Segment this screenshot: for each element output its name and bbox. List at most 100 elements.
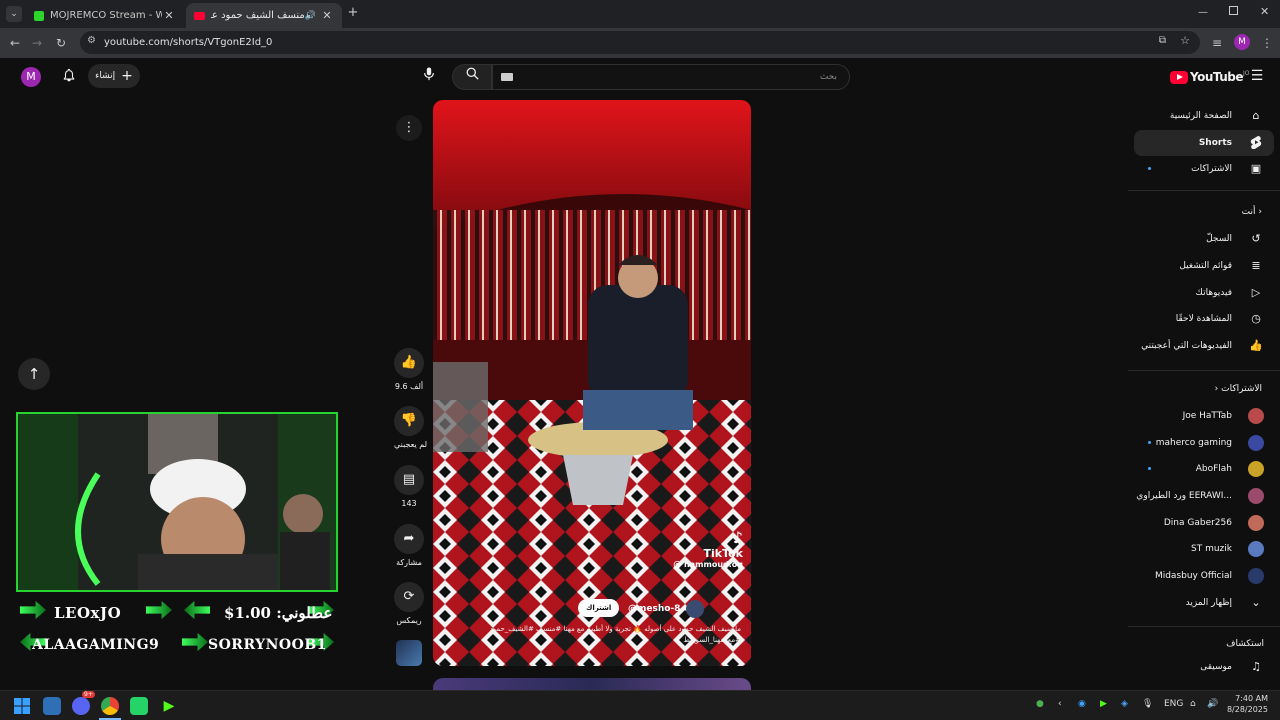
volume-icon[interactable]: 🔊 xyxy=(1207,699,1218,709)
network-icon[interactable]: ⌂ xyxy=(1190,699,1196,709)
tab-title: منسف الشيف حمود على أصـ xyxy=(211,10,305,21)
remix-button[interactable]: ⟳ ريمكس xyxy=(394,582,424,625)
sidebar-channel-item[interactable]: Midasbuy Official xyxy=(1134,563,1274,589)
comment-count: 143 xyxy=(401,499,417,508)
channel-avatar xyxy=(1248,515,1264,531)
address-bar[interactable]: ⚙ youtube.com/shorts/VTgonE2Id_0 ⧉ ☆ xyxy=(80,31,1200,54)
sidebar-item-playlists[interactable]: قوائم التشغيل ≣ xyxy=(1134,253,1274,279)
sidebar-channel-item[interactable]: Joe HaTTab xyxy=(1134,403,1274,429)
tray-overflow-icon[interactable]: ‹ xyxy=(1058,699,1062,709)
webcam-feed xyxy=(16,412,338,592)
minimize-button[interactable]: — xyxy=(1198,7,1208,18)
caption-line: #مع_مهنا_السويقط xyxy=(683,635,741,644)
create-button[interactable]: إنشاء + xyxy=(88,64,140,88)
channel-avatar[interactable] xyxy=(686,600,705,618)
notifications-bell-icon[interactable] xyxy=(60,68,78,86)
keyboard-icon[interactable] xyxy=(501,73,513,81)
sidebar-subscriptions-heading[interactable]: › الاشتراكات xyxy=(1215,384,1262,394)
kick-favicon-icon xyxy=(34,10,44,21)
dislike-label: لم يعجبني xyxy=(394,440,428,449)
short-video-player[interactable]: ♪ TikTok @ hammoud.og اشتراك @mesho-8 ما… xyxy=(433,100,751,666)
tiktok-watermark: ♪ TikTok @ hammoud.og xyxy=(673,528,743,570)
forward-icon[interactable]: → xyxy=(28,34,46,52)
search-input[interactable]: بحث xyxy=(492,64,850,90)
channel-handle[interactable]: @mesho-8 xyxy=(628,604,680,614)
sound-thumbnail[interactable] xyxy=(396,640,422,666)
close-icon[interactable]: ✕ xyxy=(320,9,334,22)
reload-icon[interactable]: ↻ xyxy=(52,34,70,52)
sidebar-item-watch-later[interactable]: المشاهدة لاحقًا ◷ xyxy=(1134,306,1274,332)
back-icon[interactable]: ← xyxy=(6,34,24,52)
like-button[interactable]: 👍 9.6 ألف xyxy=(394,348,424,391)
account-avatar[interactable]: M xyxy=(21,67,41,87)
bookmark-star-icon[interactable]: ☆ xyxy=(1180,34,1190,47)
more-options-button[interactable]: ⋮ xyxy=(396,115,422,141)
thumbs-up-icon: 👍 xyxy=(394,348,424,378)
tab-mojremco[interactable]: MOJREMCO Stream - Watch Li ✕ xyxy=(26,3,184,28)
browser-menu-icon[interactable]: ⋮ xyxy=(1258,34,1276,52)
sidebar-item-your-videos[interactable]: فيديوهاتك ▷ xyxy=(1134,280,1274,306)
tab-search-button[interactable]: ⌄ xyxy=(6,6,22,22)
search-icon xyxy=(466,67,479,80)
channel-name: Joe HaTTab xyxy=(1182,411,1232,421)
voice-search-button[interactable] xyxy=(416,64,442,90)
sidebar-item-history[interactable]: السجلّ ↺ xyxy=(1134,226,1274,252)
kick-app-icon[interactable]: ▶ xyxy=(160,697,178,715)
tray-app-icon[interactable]: ◉ xyxy=(1078,699,1086,709)
youtube-header: M إنشاء + بحث YouTube JO ☰ xyxy=(0,58,1280,98)
sidebar-you-heading[interactable]: أنت › xyxy=(1242,207,1262,217)
dislike-button[interactable]: 👎 لم يعجبني xyxy=(394,406,428,449)
tray-steam-icon[interactable]: ◈ xyxy=(1121,699,1128,709)
close-icon[interactable]: ✕ xyxy=(162,9,176,22)
green-arrow-icon xyxy=(184,601,210,619)
media-controls-icon[interactable]: ≡ xyxy=(1208,34,1226,52)
windows-start-icon[interactable] xyxy=(13,697,31,715)
sidebar-item-label: فيديوهاتك xyxy=(1195,288,1232,298)
sidebar-divider xyxy=(1128,626,1280,627)
sidebar-item-shorts[interactable]: Shorts xyxy=(1134,130,1274,156)
next-short-preview[interactable] xyxy=(433,678,751,690)
clock[interactable]: 7:40 AM 8/28/2025 xyxy=(1226,694,1268,716)
sidebar-channel-item[interactable]: ST muzik xyxy=(1134,536,1274,562)
channel-avatar xyxy=(1248,541,1264,557)
share-button[interactable]: ➦ مشاركة xyxy=(394,524,424,567)
discord-icon[interactable]: 9+ xyxy=(72,691,95,715)
sidebar-show-more[interactable]: إظهار المزيد ⌄ xyxy=(1134,590,1274,616)
whatsapp-icon[interactable] xyxy=(130,697,148,715)
install-app-icon[interactable]: ⧉ xyxy=(1159,35,1166,46)
comments-button[interactable]: ▤ 143 xyxy=(394,465,424,508)
sidebar-item-liked[interactable]: الفيديوهات التي أعجبتني 👍 xyxy=(1134,333,1274,359)
chevron-down-icon: ⌄ xyxy=(1251,596,1261,609)
browser-profile-avatar[interactable]: M xyxy=(1234,34,1250,50)
youtube-play-logo-icon xyxy=(1170,70,1188,84)
file-explorer-icon[interactable] xyxy=(43,697,61,715)
watermark-user: @ hammoud.og xyxy=(673,560,743,570)
new-content-dot xyxy=(1148,467,1151,470)
tray-mic-icon[interactable]: 🎙 xyxy=(1142,699,1153,709)
video-caption[interactable]: مايسيف الشيف حمود على أصوله 🔥 تجربة ولا … xyxy=(441,624,741,645)
sidebar-channel-item[interactable]: ورد الطيراوي EERAWI... xyxy=(1134,483,1274,509)
search-button[interactable] xyxy=(452,64,492,90)
like-count: 9.6 ألف xyxy=(394,382,424,391)
subscribe-button[interactable]: اشتراك xyxy=(578,599,620,617)
site-info-icon[interactable]: ⚙ xyxy=(87,35,96,46)
tab-youtube-short[interactable]: منسف الشيف حمود على أصـ 🔊 ✕ xyxy=(186,3,342,28)
sidebar-channel-item[interactable]: maherco gaming xyxy=(1134,430,1274,456)
youtube-logo[interactable]: YouTube JO xyxy=(1170,68,1250,86)
tray-kick-icon[interactable]: ▶ xyxy=(1100,699,1107,709)
tray-status-icon[interactable]: ● xyxy=(1036,699,1044,709)
guide-menu-icon[interactable]: ☰ xyxy=(1249,68,1265,84)
chrome-icon[interactable] xyxy=(101,697,119,715)
speaker-icon[interactable]: 🔊 xyxy=(305,11,316,21)
sidebar-channel-item[interactable]: Dina Gaber256 xyxy=(1134,510,1274,536)
sidebar-item-music[interactable]: موسيقى ♫ xyxy=(1134,654,1274,680)
sidebar-item-home[interactable]: الصفحة الرئيسية ⌂ xyxy=(1134,103,1274,129)
maximize-button[interactable] xyxy=(1229,6,1238,15)
green-arrow-icon xyxy=(20,601,46,619)
sidebar-item-subscriptions[interactable]: الاشتراكات ▣ xyxy=(1134,156,1274,182)
scroll-up-button[interactable]: ↑ xyxy=(18,358,50,390)
input-language[interactable]: ENG xyxy=(1164,699,1183,709)
new-tab-button[interactable]: + xyxy=(346,6,360,20)
close-window-button[interactable]: ✕ xyxy=(1260,5,1269,18)
sidebar-channel-item[interactable]: AboFlah xyxy=(1134,456,1274,482)
